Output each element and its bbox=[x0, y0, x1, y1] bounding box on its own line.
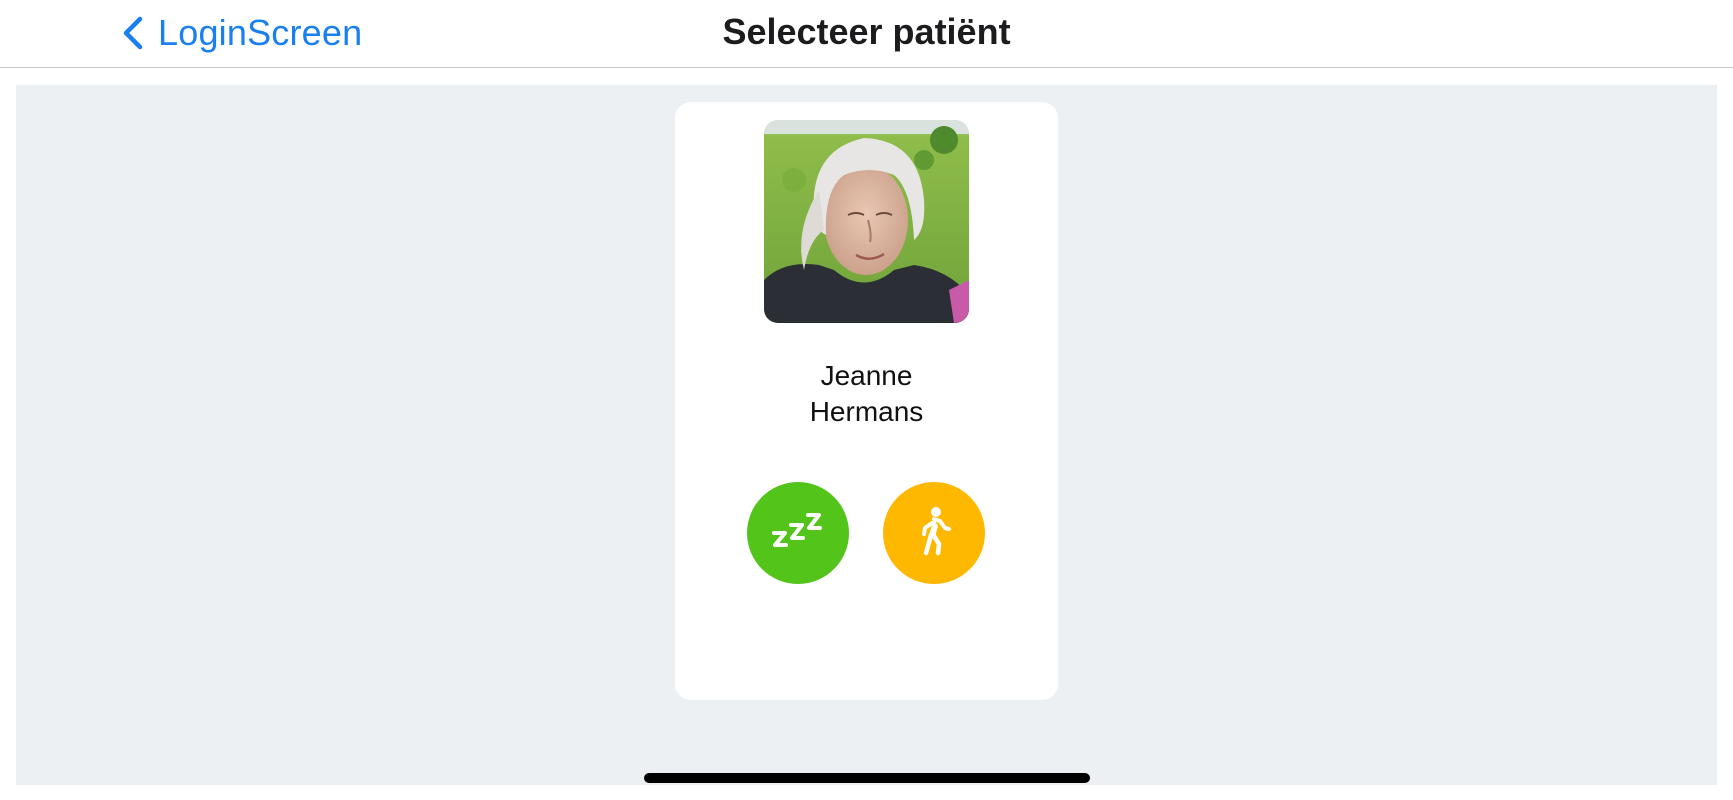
patient-name: Jeanne Hermans bbox=[675, 358, 1058, 430]
navigation-bar: LoginScreen Selecteer patiënt bbox=[0, 0, 1733, 68]
home-indicator[interactable] bbox=[644, 773, 1090, 783]
activity-status-button[interactable] bbox=[883, 482, 985, 584]
patient-photo bbox=[764, 120, 969, 323]
sleep-status-button[interactable] bbox=[747, 482, 849, 584]
page-title: Selecteer patiënt bbox=[722, 11, 1011, 52]
zzz-icon bbox=[772, 511, 824, 556]
patient-last-name: Hermans bbox=[809, 396, 924, 427]
patient-card[interactable]: Jeanne Hermans bbox=[675, 102, 1058, 700]
walking-person-icon bbox=[916, 506, 952, 561]
patient-first-name: Jeanne bbox=[820, 360, 913, 391]
